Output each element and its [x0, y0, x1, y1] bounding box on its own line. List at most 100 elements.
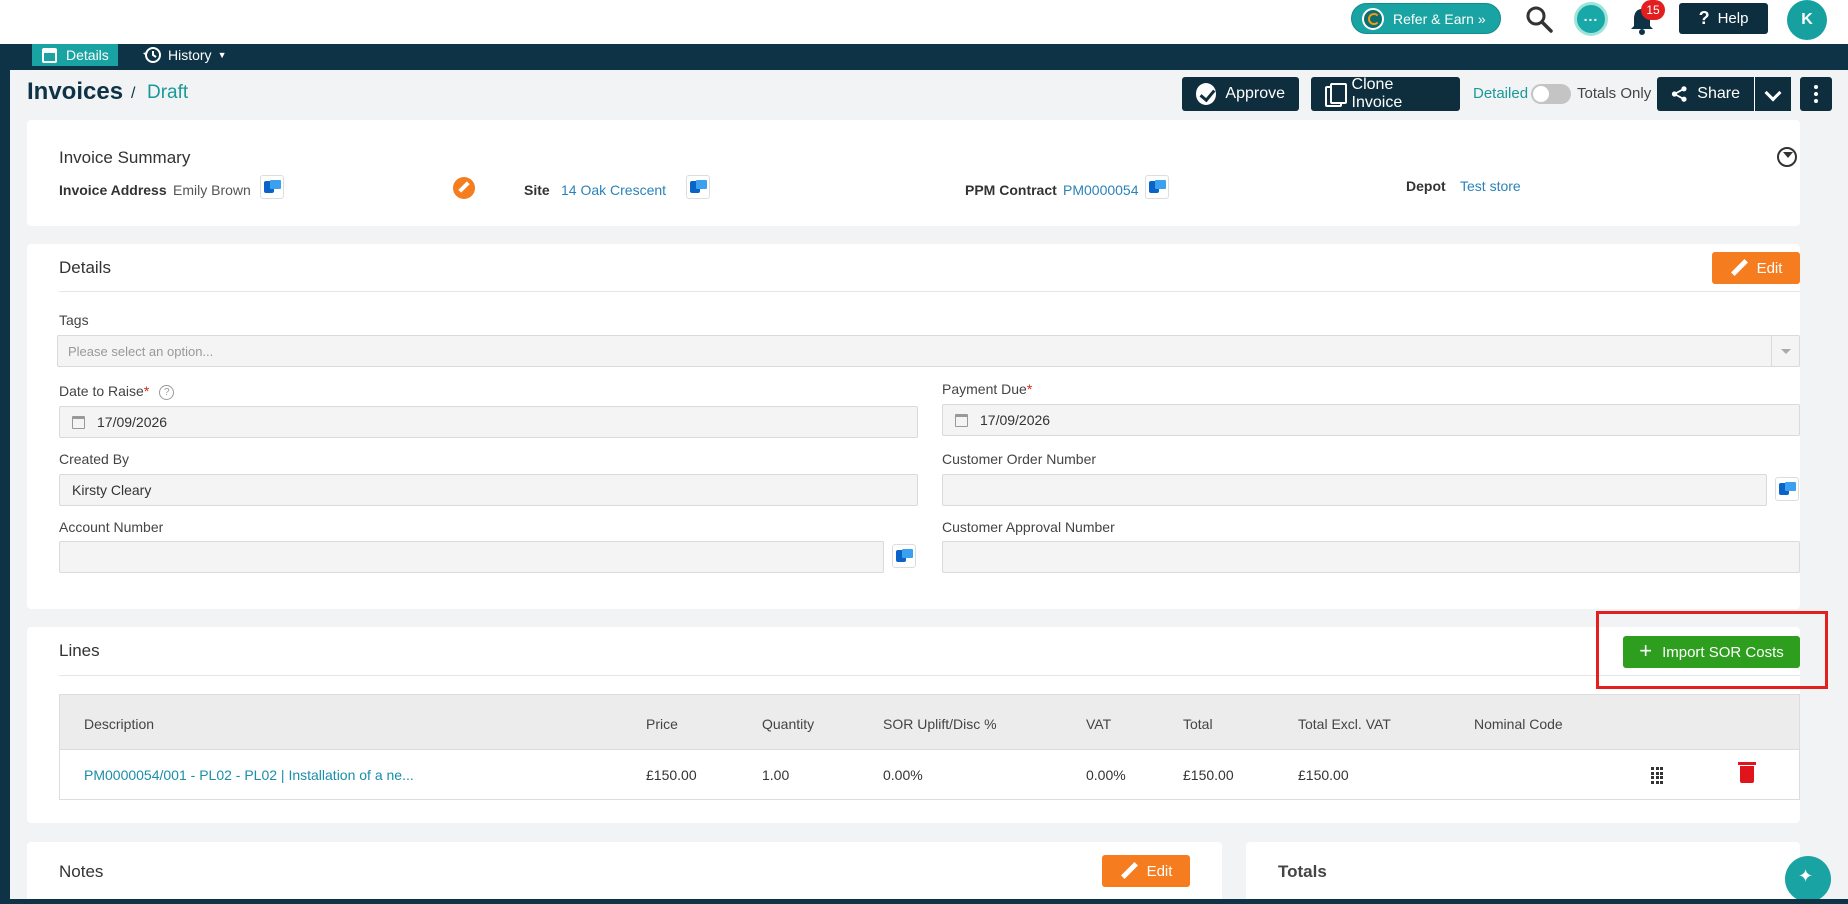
bottom-bar: [0, 899, 1848, 904]
payment-due-field[interactable]: 17/09/2026: [942, 404, 1800, 436]
divider: [59, 675, 1800, 676]
record-tab-strip: Details History ▼: [0, 44, 1848, 70]
created-by-label: Created By: [59, 451, 130, 467]
col-total: Total: [1183, 716, 1213, 732]
col-description: Description: [84, 716, 155, 732]
tab-history-label: History: [168, 47, 212, 63]
copy-icon: [1325, 83, 1347, 107]
line-quantity: 1.00: [762, 767, 790, 783]
edit-address-icon[interactable]: [453, 177, 475, 199]
breadcrumb-separator: /: [131, 85, 136, 102]
outlook-icon[interactable]: [1775, 477, 1799, 501]
avatar[interactable]: K: [1787, 0, 1827, 40]
col-nominal-code: Nominal Code: [1474, 716, 1563, 732]
refer-label: Refer & Earn »: [1393, 10, 1486, 27]
details-edit-button[interactable]: Edit: [1712, 252, 1800, 284]
check-circle-icon: [1196, 83, 1217, 105]
line-description-link[interactable]: PM0000054/001 - PL02 - PL02 | Installati…: [84, 767, 414, 783]
totals-card: [1246, 842, 1800, 904]
more-options-button[interactable]: [1800, 77, 1832, 111]
date-to-raise-label: Date to Raise*?: [59, 383, 175, 400]
depot-link[interactable]: Test store: [1460, 178, 1521, 194]
col-total-excl-vat: Total Excl. VAT: [1298, 716, 1391, 732]
customer-order-label: Customer Order Number: [942, 451, 1097, 467]
date-to-raise-value: 17/09/2026: [97, 414, 168, 430]
top-bar: Refer & Earn » ... 15 ? Help K: [0, 0, 1848, 44]
notification-badge: 15: [1641, 0, 1665, 20]
details-edit-label: Edit: [1756, 259, 1783, 277]
tab-history[interactable]: History ▼: [142, 44, 226, 66]
line-total-excl: £150.00: [1298, 767, 1349, 783]
outlook-icon[interactable]: [892, 544, 916, 568]
col-price: Price: [646, 716, 678, 732]
customer-order-field[interactable]: [942, 474, 1767, 506]
created-by-field: Kirsty Cleary: [59, 474, 918, 506]
details-title: Details: [59, 258, 111, 277]
clone-label: Clone Invoice: [1351, 76, 1403, 111]
invoice-summary-card: [27, 120, 1800, 226]
outlook-icon[interactable]: [1145, 175, 1169, 199]
chat-icon[interactable]: ...: [1574, 2, 1608, 36]
approve-button[interactable]: Approve: [1182, 77, 1299, 111]
customer-approval-label: Customer Approval Number: [942, 519, 1115, 535]
share-button[interactable]: Share: [1657, 77, 1754, 111]
tags-label: Tags: [59, 312, 89, 328]
payment-due-value: 17/09/2026: [980, 412, 1051, 428]
site-label: Site: [524, 182, 550, 198]
toggle-detailed-label: Detailed: [1473, 85, 1529, 102]
share-icon: [1671, 86, 1687, 102]
detailed-totals-toggle[interactable]: [1531, 84, 1571, 104]
refer-and-earn-button[interactable]: Refer & Earn »: [1351, 3, 1501, 34]
line-total: £150.00: [1183, 767, 1234, 783]
tags-select[interactable]: Please select an option...: [57, 335, 1800, 367]
account-number-field[interactable]: [59, 541, 884, 573]
divider: [59, 291, 1800, 292]
site-link[interactable]: 14 Oak Crescent: [561, 182, 666, 198]
history-icon: [143, 47, 161, 63]
help-icon[interactable]: ?: [159, 385, 175, 400]
pencil-icon: [1730, 259, 1748, 277]
delete-icon[interactable]: [1738, 762, 1756, 783]
search-icon[interactable]: [1524, 4, 1554, 34]
line-vat: 0.00%: [1086, 767, 1126, 783]
account-number-label: Account Number: [59, 519, 164, 535]
assistant-sparkle-button[interactable]: [1785, 856, 1831, 902]
totals-title: Totals: [1278, 862, 1327, 881]
details-icon: [42, 47, 57, 63]
collapse-chevron-icon[interactable]: [1777, 147, 1797, 167]
calendar-icon: [955, 413, 968, 427]
page-title: Invoices: [27, 78, 124, 105]
invoice-address-value: Emily Brown: [173, 182, 251, 198]
tab-details[interactable]: Details: [32, 44, 118, 66]
date-to-raise-field[interactable]: 17/09/2026: [59, 406, 918, 438]
customer-approval-field[interactable]: [942, 541, 1800, 573]
drag-handle-icon[interactable]: [1651, 767, 1663, 784]
col-vat: VAT: [1086, 716, 1112, 732]
payment-due-label: Payment Due*: [942, 381, 1033, 397]
share-label: Share: [1697, 85, 1740, 102]
invoice-status: Draft: [147, 82, 189, 103]
line-price: £150.00: [646, 767, 697, 783]
select-arrow-icon: [1771, 336, 1799, 366]
invoice-address-label: Invoice Address: [59, 182, 167, 198]
caret-down-icon: ▼: [217, 50, 227, 60]
notes-title: Notes: [59, 862, 104, 881]
pencil-icon: [1120, 862, 1138, 880]
approve-label: Approve: [1225, 85, 1285, 102]
toggle-totals-label: Totals Only: [1577, 85, 1652, 102]
ppm-contract-link[interactable]: PM0000054: [1063, 182, 1139, 198]
notes-edit-button[interactable]: Edit: [1102, 855, 1190, 887]
highlight-box: [1596, 611, 1828, 689]
help-button[interactable]: ? Help: [1679, 3, 1768, 34]
share-dropdown-button[interactable]: [1754, 77, 1791, 111]
clone-invoice-button[interactable]: Clone Invoice: [1311, 76, 1460, 111]
outlook-icon[interactable]: [260, 175, 284, 199]
outlook-icon[interactable]: [686, 175, 710, 199]
help-label: Help: [1717, 10, 1749, 27]
created-by-value: Kirsty Cleary: [72, 482, 152, 498]
depot-label: Depot: [1406, 178, 1446, 194]
col-sor-uplift: SOR Uplift/Disc %: [883, 716, 997, 732]
tab-details-label: Details: [66, 47, 109, 63]
notes-card: [27, 842, 1222, 904]
lines-title: Lines: [59, 641, 100, 660]
